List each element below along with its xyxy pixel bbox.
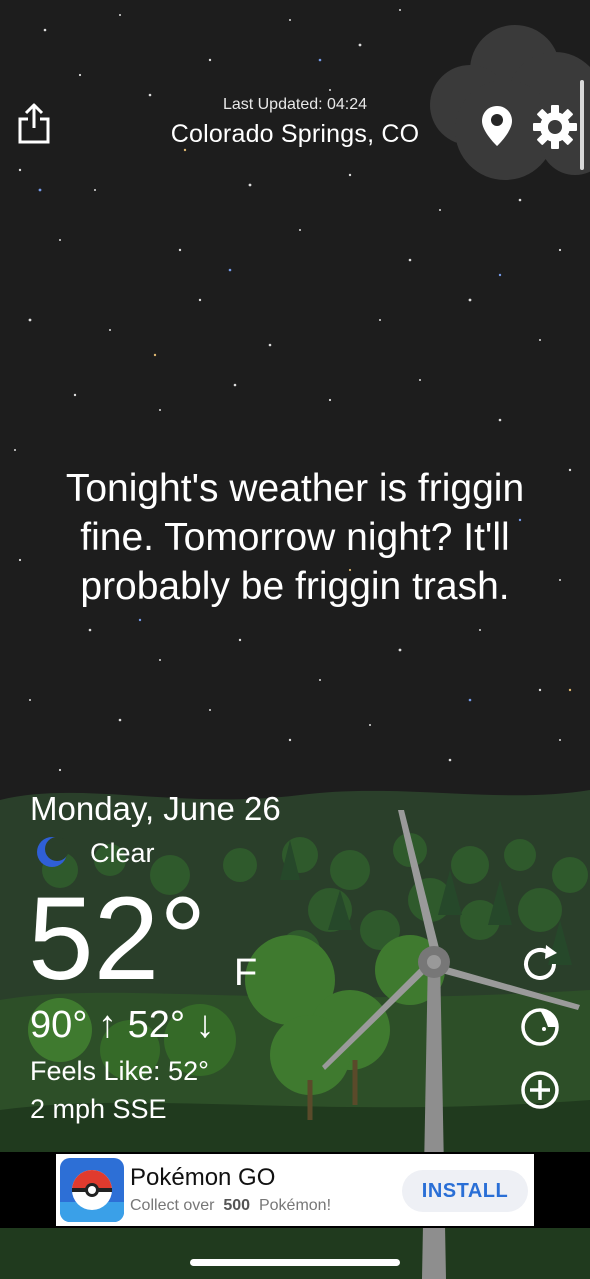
ad-subtitle: Collect over 500 Pokémon!	[130, 1197, 331, 1215]
feels-like: Feels Like: 52°	[30, 1056, 209, 1086]
add-location-icon[interactable]	[518, 1068, 562, 1112]
ad-subtitle-pre: Collect over	[130, 1197, 215, 1214]
moon-icon	[37, 837, 68, 867]
temperature: 52°	[28, 873, 207, 1005]
condition-label: Clear	[90, 838, 155, 868]
high-low-temps: 90° ↑ 52° ↓	[30, 1004, 215, 1046]
ad-subtitle-count: 500	[223, 1197, 251, 1214]
weather-screen: Last Updated: 04:24 Colorado Springs, CO…	[0, 0, 590, 1279]
top-bar: Last Updated: 04:24 Colorado Springs, CO	[0, 90, 590, 150]
install-button[interactable]: INSTALL	[402, 1170, 528, 1212]
refresh-icon[interactable]	[518, 942, 562, 986]
forecast-message: Tonight's weather is friggin fine. Tomor…	[65, 467, 525, 608]
temperature-unit[interactable]: F	[234, 952, 257, 995]
location-pin-icon[interactable]	[480, 104, 514, 148]
home-indicator[interactable]	[190, 1259, 400, 1266]
wind-speed: 2 mph SSE	[30, 1094, 167, 1124]
gear-icon[interactable]	[532, 104, 578, 150]
ad-banner[interactable]: Pokémon GO Collect over 500 Pokémon! INS…	[56, 1154, 534, 1226]
ad-bar: Pokémon GO Collect over 500 Pokémon! INS…	[0, 1152, 590, 1228]
ad-subtitle-post: Pokémon!	[258, 1197, 332, 1214]
scroll-indicator	[580, 80, 584, 170]
ad-title: Pokémon GO	[130, 1164, 276, 1191]
pokemon-go-app-icon	[60, 1158, 124, 1222]
date-label: Monday, June 26	[30, 790, 281, 827]
radar-icon[interactable]	[518, 1005, 562, 1049]
